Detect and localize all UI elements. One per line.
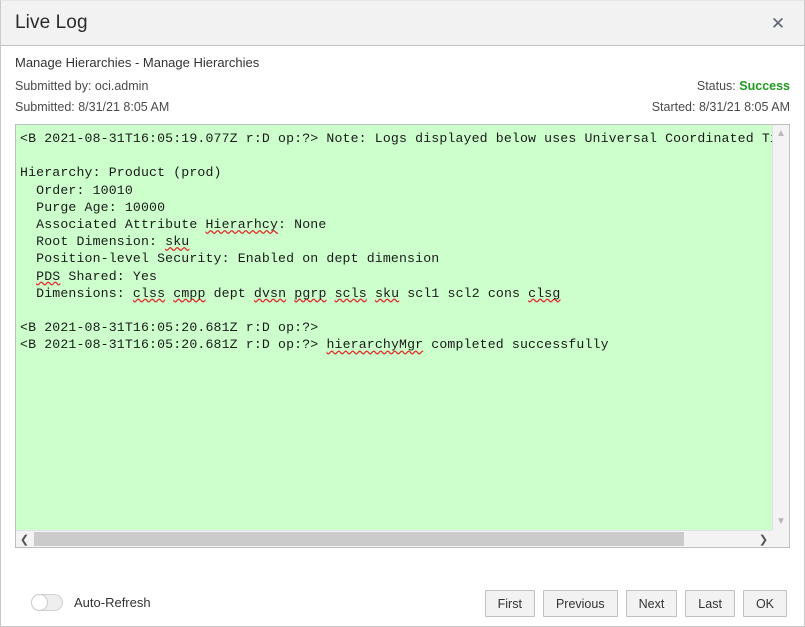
- log-scroll-area[interactable]: <B 2021-08-31T16:05:19.077Z r:D op:?> No…: [16, 125, 772, 530]
- log-viewer: <B 2021-08-31T16:05:19.077Z r:D op:?> No…: [15, 124, 790, 548]
- ok-button[interactable]: OK: [742, 590, 787, 617]
- close-icon[interactable]: ✕: [765, 10, 791, 36]
- submitted-timestamp: Submitted: 8/31/21 8:05 AM: [15, 100, 170, 114]
- toggle-knob: [31, 594, 48, 611]
- live-log-dialog: Live Log ✕ Manage Hierarchies - Manage H…: [0, 0, 805, 627]
- next-button[interactable]: Next: [625, 590, 678, 617]
- navigation-buttons: First Previous Next Last OK: [484, 590, 787, 617]
- auto-refresh-toggle-group[interactable]: Auto-Refresh: [31, 594, 151, 611]
- status-badge: Success: [739, 79, 790, 93]
- status-group: Status: Success: [697, 79, 790, 93]
- chevron-right-icon[interactable]: ❯: [755, 531, 772, 547]
- horizontal-scroll-thumb[interactable]: [34, 532, 684, 546]
- log-vertical-scrollbar[interactable]: ▲ ▼: [772, 125, 789, 530]
- dialog-title: Live Log: [15, 12, 88, 33]
- log-content: <B 2021-08-31T16:05:19.077Z r:D op:?> No…: [20, 131, 772, 353]
- scrollbar-corner: [772, 530, 789, 547]
- status-label: Status:: [696, 79, 736, 93]
- chevron-left-icon[interactable]: ❮: [16, 531, 33, 547]
- started-timestamp: Started: 8/31/21 8:05 AM: [651, 100, 790, 114]
- chevron-down-icon[interactable]: ▼: [773, 513, 789, 530]
- dialog-footer: Auto-Refresh First Previous Next Last OK: [1, 548, 804, 626]
- job-summary: Manage Hierarchies - Manage Hierarchies …: [1, 46, 804, 124]
- chevron-up-icon[interactable]: ▲: [773, 125, 789, 142]
- first-button[interactable]: First: [484, 590, 535, 617]
- auto-refresh-label: Auto-Refresh: [74, 595, 151, 610]
- job-name: Manage Hierarchies - Manage Hierarchies: [15, 55, 260, 70]
- submitted-at-row: Submitted: 8/31/21 8:05 AM Started: 8/31…: [15, 100, 790, 114]
- log-horizontal-scrollbar[interactable]: ❮ ❯: [16, 530, 789, 547]
- last-button[interactable]: Last: [685, 590, 735, 617]
- dialog-titlebar: Live Log ✕: [1, 1, 804, 46]
- submitted-by-row: Submitted by: oci.admin Status: Success: [15, 79, 790, 93]
- submitted-by: Submitted by: oci.admin: [15, 79, 149, 93]
- auto-refresh-toggle[interactable]: [31, 594, 63, 611]
- previous-button[interactable]: Previous: [542, 590, 618, 617]
